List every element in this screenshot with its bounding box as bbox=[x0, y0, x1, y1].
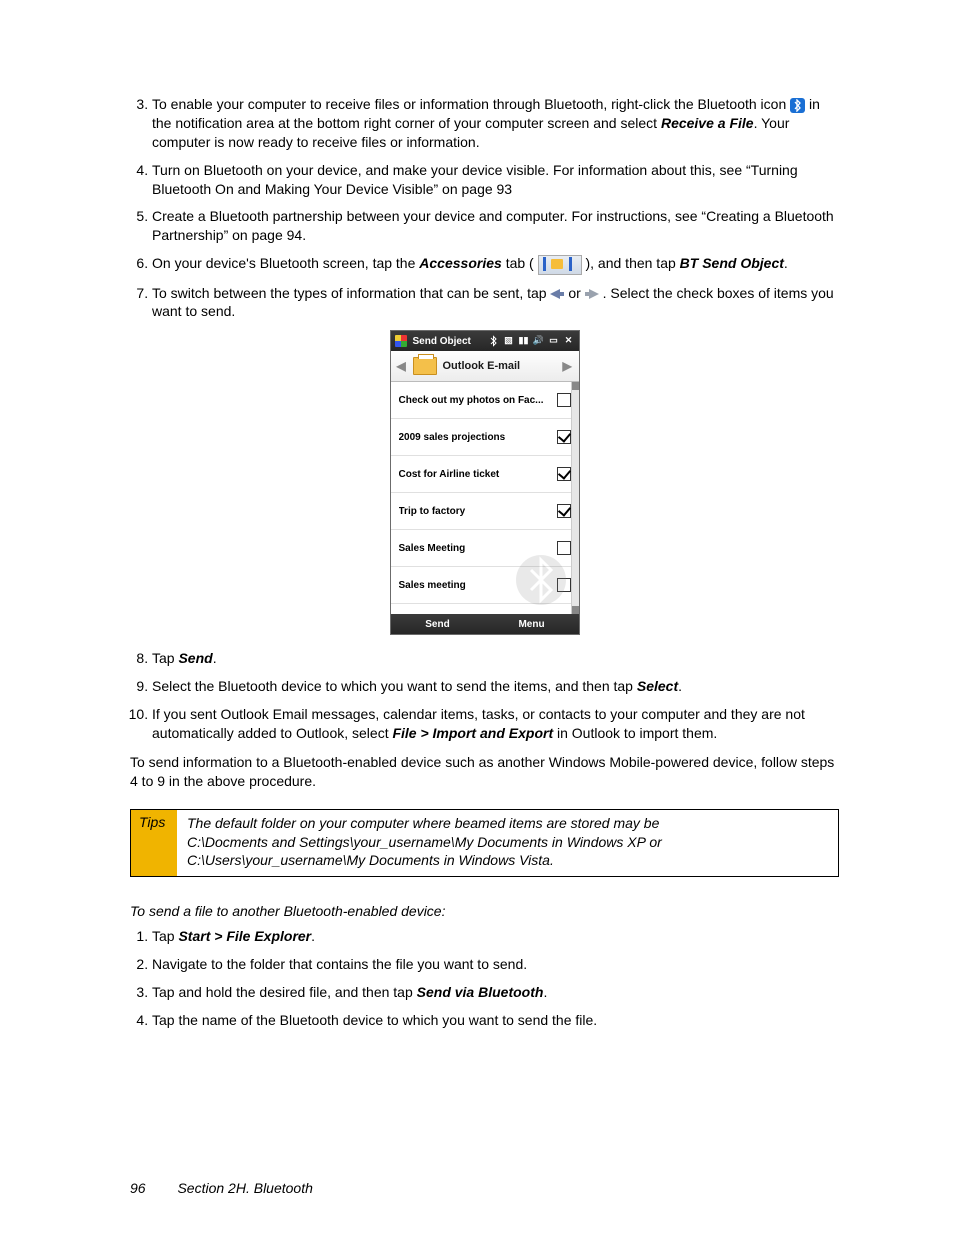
step-b3: Tap and hold the desired file, and then … bbox=[152, 983, 839, 1002]
status-icons: ▧ ▮▮ 🔊 ▭ ✕ bbox=[488, 335, 575, 347]
tips-line: The default folder on your computer wher… bbox=[187, 815, 659, 831]
chevron-right-icon: ▶ bbox=[563, 359, 573, 373]
send-label: Send bbox=[178, 650, 212, 666]
arrow-right-icon bbox=[585, 289, 599, 299]
steps-list-1: To enable your computer to receive files… bbox=[130, 95, 839, 321]
tips-box: Tips The default folder on your computer… bbox=[130, 809, 839, 878]
receive-file-label: Receive a File bbox=[661, 115, 754, 131]
scroll-up-icon bbox=[572, 382, 579, 390]
bt-send-object-label: BT Send Object bbox=[680, 255, 784, 271]
text: . bbox=[678, 678, 682, 694]
text: in Outlook to import them. bbox=[553, 725, 717, 741]
step-3: To enable your computer to receive files… bbox=[152, 95, 839, 152]
item-label: Trip to factory bbox=[399, 506, 557, 517]
tab-icons bbox=[538, 255, 582, 275]
import-export-label: File > Import and Export bbox=[392, 725, 553, 741]
page-number: 96 bbox=[130, 1180, 146, 1196]
battery-icon: ▭ bbox=[548, 335, 560, 347]
steps-list-3: Tap Start > File Explorer. Navigate to t… bbox=[130, 927, 839, 1030]
step-b2: Navigate to the folder that contains the… bbox=[152, 955, 839, 974]
text: . bbox=[784, 255, 788, 271]
checkbox bbox=[557, 541, 571, 555]
signal-icon: ▮▮ bbox=[518, 335, 530, 347]
checkbox bbox=[557, 467, 571, 481]
text: ), and then tap bbox=[585, 255, 679, 271]
list-item: Sales meeting bbox=[391, 567, 579, 604]
tips-label: Tips bbox=[131, 810, 177, 877]
text: Tap bbox=[152, 928, 178, 944]
bluetooth-status-icon bbox=[488, 335, 500, 347]
steps-list-2: Tap Send. Select the Bluetooth device to… bbox=[130, 649, 839, 743]
screenshot-titlebar: Send Object ▧ ▮▮ 🔊 ▭ ✕ bbox=[391, 331, 579, 351]
tips-content: The default folder on your computer wher… bbox=[177, 810, 838, 877]
tips-line: C:\Users\your_username\My Documents in W… bbox=[187, 852, 554, 868]
list-item: Check out my photos on Fac... bbox=[391, 382, 579, 419]
text: . bbox=[213, 650, 217, 666]
text: Tap and hold the desired file, and then … bbox=[152, 984, 417, 1000]
category-selector: ◀ Outlook E-mail ▶ bbox=[391, 351, 579, 382]
screenshot-title: Send Object bbox=[411, 336, 488, 347]
data-icon: ▧ bbox=[503, 335, 515, 347]
tips-line: C:\Docments and Settings\your_username\M… bbox=[187, 834, 662, 850]
chevron-left-icon: ◀ bbox=[397, 359, 407, 373]
item-label: Sales Meeting bbox=[399, 543, 557, 554]
send-softkey: Send bbox=[391, 614, 485, 634]
step-6: On your device's Bluetooth screen, tap t… bbox=[152, 254, 839, 274]
step-8: Tap Send. bbox=[152, 649, 839, 668]
select-label: Select bbox=[637, 678, 678, 694]
text: To switch between the types of informati… bbox=[152, 285, 550, 301]
volume-icon: 🔊 bbox=[533, 335, 545, 347]
list-item: Sales Meeting bbox=[391, 530, 579, 567]
text: or bbox=[568, 285, 584, 301]
screenshot-footer: Send Menu bbox=[391, 614, 579, 634]
list-item: 2009 sales projections bbox=[391, 419, 579, 456]
list-item: Cost for Airline ticket bbox=[391, 456, 579, 493]
step-b1: Tap Start > File Explorer. bbox=[152, 927, 839, 946]
section-label: Section 2H. Bluetooth bbox=[177, 1180, 312, 1196]
close-icon: ✕ bbox=[563, 335, 575, 347]
para-after-steps: To send information to a Bluetooth-enabl… bbox=[130, 753, 839, 791]
send-via-bluetooth-label: Send via Bluetooth bbox=[417, 984, 544, 1000]
item-list: Check out my photos on Fac... 2009 sales… bbox=[391, 382, 579, 614]
scroll-down-icon bbox=[572, 606, 579, 614]
subheading: To send a file to another Bluetooth-enab… bbox=[130, 903, 839, 919]
text: tab ( bbox=[506, 255, 538, 271]
step-4: Turn on Bluetooth on your device, and ma… bbox=[152, 161, 839, 199]
start-file-explorer-label: Start > File Explorer bbox=[178, 928, 311, 944]
checkbox bbox=[557, 578, 571, 592]
text: . bbox=[311, 928, 315, 944]
text: To enable your computer to receive files… bbox=[152, 96, 790, 112]
scrollbar bbox=[571, 382, 579, 614]
arrow-left-icon bbox=[550, 289, 564, 299]
page-footer: 96 Section 2H. Bluetooth bbox=[130, 1180, 839, 1196]
menu-softkey: Menu bbox=[485, 614, 579, 634]
item-label: Cost for Airline ticket bbox=[399, 469, 557, 480]
text: On your device's Bluetooth screen, tap t… bbox=[152, 255, 419, 271]
checkbox bbox=[557, 504, 571, 518]
accessories-label: Accessories bbox=[419, 255, 502, 271]
text: . bbox=[543, 984, 547, 1000]
text: Tap bbox=[152, 650, 178, 666]
item-label: Sales meeting bbox=[399, 580, 557, 591]
checkbox bbox=[557, 393, 571, 407]
step-9: Select the Bluetooth device to which you… bbox=[152, 677, 839, 696]
item-label: Check out my photos on Fac... bbox=[399, 395, 557, 406]
bluetooth-icon bbox=[790, 98, 805, 113]
text: Select the Bluetooth device to which you… bbox=[152, 678, 637, 694]
item-label: 2009 sales projections bbox=[399, 432, 557, 443]
checkbox bbox=[557, 430, 571, 444]
step-7: To switch between the types of informati… bbox=[152, 284, 839, 322]
start-icon bbox=[395, 335, 407, 347]
step-b4: Tap the name of the Bluetooth device to … bbox=[152, 1011, 839, 1030]
device-screenshot: Send Object ▧ ▮▮ 🔊 ▭ ✕ ◀ Outlook E-mail … bbox=[390, 330, 580, 635]
step-10: If you sent Outlook Email messages, cale… bbox=[152, 705, 839, 743]
step-5: Create a Bluetooth partnership between y… bbox=[152, 207, 839, 245]
email-icon bbox=[413, 357, 437, 375]
category-label: Outlook E-mail bbox=[443, 360, 563, 372]
list-item: Trip to factory bbox=[391, 493, 579, 530]
